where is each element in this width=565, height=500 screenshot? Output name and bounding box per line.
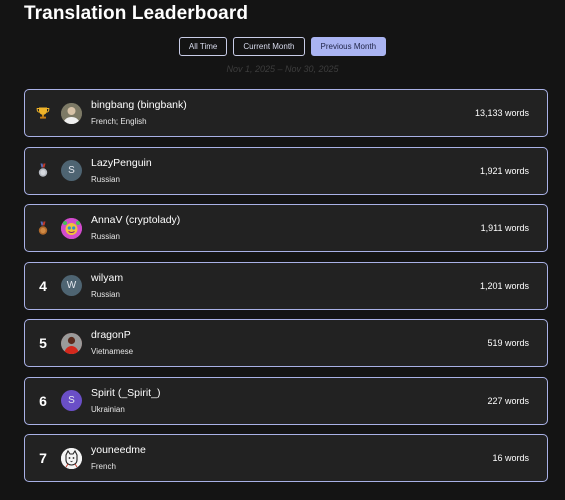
user-languages: French — [91, 462, 116, 471]
leaderboard-row[interactable]: AnnaV (cryptolady) Russian 1,911 words — [24, 204, 548, 252]
word-count: 227 words — [487, 395, 529, 406]
avatar-letter: W — [66, 280, 77, 291]
user-languages: Vietnamese — [91, 347, 134, 356]
leaderboard-row[interactable]: 5 dragonP Vietnamese 519 words — [24, 319, 548, 367]
period-tabs: All Time Current Month Previous Month — [0, 37, 565, 56]
avatar-letter: S — [68, 165, 75, 176]
silver-medal-icon — [25, 163, 59, 178]
trophy-icon — [25, 106, 59, 120]
user-name[interactable]: dragonP — [91, 329, 133, 342]
user-name[interactable]: LazyPenguin — [91, 157, 152, 170]
rank-number: 7 — [39, 450, 47, 466]
user-photo-avatar — [61, 102, 82, 124]
leaderboard-row[interactable]: bingbang (bingbank) French; English 13,1… — [24, 89, 548, 137]
bronze-medal-icon — [25, 221, 59, 236]
leaderboard-row[interactable]: 7 youneedme French 16 words — [24, 434, 548, 482]
tab-current-month[interactable]: Current Month — [233, 37, 305, 56]
word-count: 519 words — [487, 338, 529, 348]
word-count: 1,201 words — [479, 280, 529, 291]
user-languages: Russian — [91, 232, 120, 241]
avatar-letter: S — [68, 395, 75, 406]
red-photo-avatar — [61, 332, 82, 354]
rank-number: 6 — [39, 392, 47, 409]
user-name[interactable]: Spirit (_Spirit_) — [91, 387, 160, 400]
user-name[interactable]: AnnaV (cryptolady) — [91, 214, 180, 227]
user-name[interactable]: youneedme — [91, 444, 146, 457]
leaderboard-row[interactable]: S LazyPenguin Russian 1,921 words — [24, 146, 548, 195]
leaderboard-row[interactable]: 6 S Spirit (_Spirit_) Ukrainian 227 word… — [24, 376, 548, 425]
leaderboard-list: bingbang (bingbank) French; English 13,1… — [24, 89, 548, 482]
word-count: 1,911 words — [480, 223, 529, 233]
letter-avatar: S — [61, 160, 82, 181]
user-languages: Russian — [91, 174, 120, 184]
page-title: Translation Leaderboard — [24, 3, 249, 24]
rank-number: 4 — [39, 277, 47, 294]
rank-number: 5 — [39, 335, 47, 351]
tab-all-time[interactable]: All Time — [178, 37, 228, 56]
user-name[interactable]: wilyam — [91, 272, 123, 285]
date-range: Nov 1, 2025 – Nov 30, 2025 — [226, 64, 339, 74]
letter-avatar: S — [61, 390, 82, 411]
tab-previous-month[interactable]: Previous Month — [310, 37, 387, 56]
leaderboard-row[interactable]: 4 W wilyam Russian 1,201 words — [24, 261, 548, 310]
pink-cartoon-avatar — [61, 217, 82, 239]
user-languages: Ukrainian — [91, 404, 125, 414]
cat-drawing-avatar — [61, 447, 82, 469]
user-name[interactable]: bingbang (bingbank) — [91, 99, 187, 112]
word-count: 16 words — [492, 453, 529, 463]
user-languages: French; English — [91, 117, 147, 126]
word-count: 13,133 words — [474, 108, 529, 118]
word-count: 1,921 words — [479, 165, 529, 176]
letter-avatar: W — [61, 275, 82, 296]
user-languages: Russian — [91, 289, 120, 299]
